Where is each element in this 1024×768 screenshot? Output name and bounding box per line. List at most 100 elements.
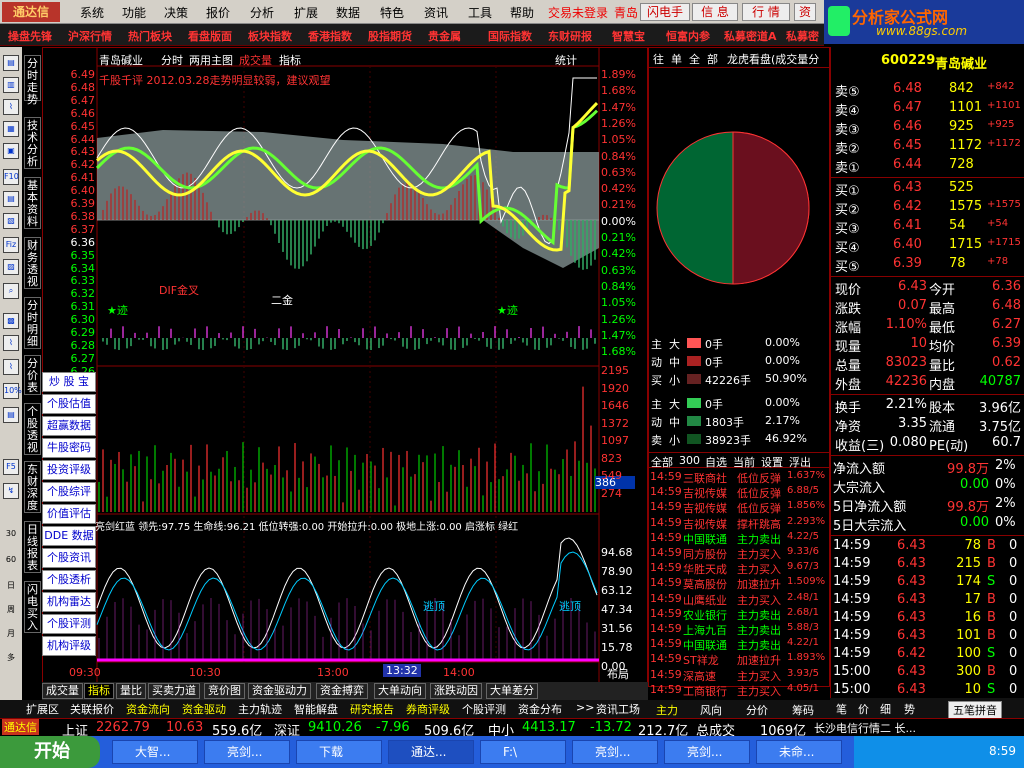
tab-depth[interactable]: 东财深度 — [24, 461, 41, 513]
toolbar-icon[interactable]: ▤ — [3, 191, 19, 207]
trade-status[interactable]: 交易未登录 — [548, 4, 608, 21]
mode-label[interactable]: 分时 — [161, 52, 183, 68]
menu-extend[interactable]: 扩展 — [294, 4, 318, 21]
alert-row[interactable]: 14:59 莫高股份 加速拉升 1.509% — [649, 576, 829, 591]
flow-tab[interactable]: 往 — [653, 51, 664, 67]
alert-row[interactable]: 14:59 中国联通 主力卖出 4.22/5 — [649, 531, 829, 546]
tab-daily-report[interactable]: 日线报表 — [24, 521, 41, 573]
tab-basic-info[interactable]: 基本资料 — [24, 177, 41, 229]
alert-row[interactable]: 14:59 三联商社 低位反弹 1.637% — [649, 470, 829, 485]
chart-icon[interactable]: ⌇ — [3, 99, 19, 115]
alert-row[interactable]: 14:59 ST祥龙 加速拉升 1.893% — [649, 652, 829, 667]
alert-row[interactable]: 14:59 上海九百 主力卖出 5.88/3 — [649, 622, 829, 637]
volume-label[interactable]: 成交量 — [239, 52, 272, 68]
menu-quote[interactable]: 报价 — [206, 4, 230, 21]
toolbar-icon[interactable]: ▦ — [3, 121, 19, 137]
tab-buy-sell[interactable]: 买卖力道 — [148, 683, 200, 699]
flow-tab[interactable]: 全 — [689, 51, 700, 67]
alert-row[interactable]: 14:59 吉视传媒 撑杆跳高 2.293% — [649, 516, 829, 531]
flash-button[interactable]: 闪电手 — [640, 3, 690, 21]
f10-icon[interactable]: F10 — [3, 169, 19, 185]
tab-ext[interactable]: 券商评级 — [406, 701, 450, 717]
bids-row[interactable]: 买③ 6.41 54 +54 — [831, 218, 1024, 237]
taskbar-item[interactable]: 亮剑... — [572, 740, 658, 764]
side-button[interactable]: 个股透析 — [42, 570, 96, 590]
toolbar-icon[interactable]: ▣ — [3, 143, 19, 159]
side-button[interactable]: 价值评估 — [42, 504, 96, 524]
tab-ext[interactable]: 研究报告 — [350, 701, 394, 717]
side-button[interactable]: 牛股密码 — [42, 438, 96, 458]
menu-tools[interactable]: 工具 — [468, 4, 492, 21]
menu-analysis[interactable]: 分析 — [250, 4, 274, 21]
tab-finance[interactable]: 财务透视 — [24, 237, 41, 289]
ime-indicator[interactable]: 五笔拼音 — [948, 701, 1002, 719]
bids-row[interactable]: 买⑤ 6.39 78 +78 — [831, 256, 1024, 275]
tab-fund-drive[interactable]: 资金驱动力 — [248, 683, 311, 699]
tab-price-dist[interactable]: 分价 — [746, 702, 768, 718]
flow-tab[interactable]: 部 — [707, 51, 718, 67]
asks-row[interactable]: 卖① 6.44 728 — [831, 157, 1024, 176]
side-button[interactable]: 个股估值 — [42, 394, 96, 414]
nav-item[interactable]: 板块指数 — [248, 28, 292, 44]
tab-volume[interactable]: 成交量 — [42, 683, 83, 699]
stats-button[interactable]: 统计 — [555, 52, 577, 68]
nav-item[interactable]: 国际指数 — [488, 28, 532, 44]
menu-news[interactable]: 资讯 — [424, 4, 448, 21]
tab-time-detail[interactable]: 分时明细 — [24, 297, 41, 349]
alert-row[interactable]: 14:59 山鹰纸业 主力买入 2.48/1 — [649, 592, 829, 607]
alert-tab[interactable]: 浮出 — [789, 454, 811, 470]
menu-function[interactable]: 功能 — [122, 4, 146, 21]
start-button[interactable]: 开始 — [0, 736, 100, 768]
alert-row[interactable]: 14:59 同方股份 主力买入 9.33/6 — [649, 546, 829, 561]
side-button[interactable]: 超赢数据 — [42, 416, 96, 436]
dual-chart-label[interactable]: 两用主图 — [189, 52, 233, 68]
menu-data[interactable]: 数据 — [336, 4, 360, 21]
asks-row[interactable]: 卖⑤ 6.48 842 +842 — [831, 81, 1024, 100]
period-day[interactable]: 日 — [3, 579, 19, 595]
side-button[interactable]: 个股综评 — [42, 482, 96, 502]
nav-item[interactable]: 恒富内参 — [666, 28, 710, 44]
quote-button[interactable]: 行 情 — [742, 3, 790, 21]
nav-item[interactable]: 私募密 — [786, 28, 819, 44]
menu-help[interactable]: 帮助 — [510, 4, 534, 21]
more-button[interactable]: 资 — [794, 3, 816, 21]
f5-icon[interactable]: F5 — [3, 459, 19, 475]
period-month[interactable]: 月 — [3, 627, 19, 643]
nav-item[interactable]: 看盘版面 — [188, 28, 232, 44]
toolbar-icon[interactable]: ▤ — [3, 55, 19, 71]
indicator-label[interactable]: 指标 — [279, 52, 301, 68]
alert-row[interactable]: 14:59 吉视传媒 低位反弹 1.856% — [649, 500, 829, 515]
tab-ext[interactable]: 资讯工场 — [596, 701, 640, 717]
nav-item[interactable]: 贵金属 — [428, 28, 461, 44]
taskbar-item[interactable]: 通达... — [388, 740, 474, 764]
bids-row[interactable]: 买② 6.42 1575 +1575 — [831, 199, 1024, 218]
taskbar-item[interactable]: 大智... — [112, 740, 198, 764]
asks-row[interactable]: 卖② 6.45 1172 +1172 — [831, 138, 1024, 157]
bids-row[interactable]: 买④ 6.40 1715 +1715 — [831, 237, 1024, 256]
side-button[interactable]: 炒 股 宝 — [42, 372, 96, 392]
tab-big-diff[interactable]: 大单差分 — [486, 683, 538, 699]
period-30[interactable]: 30 — [3, 527, 19, 543]
tab-detail[interactable]: 细 — [880, 701, 891, 717]
toolbar-icon[interactable]: ▥ — [3, 77, 19, 93]
tab-ext[interactable]: 关联报价 — [70, 701, 114, 717]
menu-special[interactable]: 特色 — [380, 4, 404, 21]
tab-fund-game[interactable]: 资金搏弈 — [316, 683, 368, 699]
alert-tab[interactable]: 设置 — [761, 454, 783, 470]
alert-row[interactable]: 14:59 深高速 主力买入 3.93/5 — [649, 668, 829, 683]
nav-item[interactable]: 热门板块 — [128, 28, 172, 44]
tab-trend[interactable]: 势 — [904, 701, 915, 717]
chart-icon[interactable]: ⌇ — [3, 335, 19, 351]
tab-ext[interactable]: 资金驱动 — [182, 701, 226, 717]
tab-ext[interactable]: 扩展区 — [26, 701, 59, 717]
period-60[interactable]: 60 — [3, 553, 19, 569]
period-week[interactable]: 周 — [3, 603, 19, 619]
taskbar-item[interactable]: 下载 — [296, 740, 382, 764]
tab-price-table[interactable]: 分价表 — [24, 355, 41, 395]
chart-icon[interactable]: ⌇ — [3, 359, 19, 375]
alert-tab[interactable]: 全部 — [651, 454, 673, 470]
alert-row[interactable]: 14:59 华胜天成 主力买入 9.67/3 — [649, 561, 829, 576]
nav-item[interactable]: 香港指数 — [308, 28, 352, 44]
side-button[interactable]: 个股资讯 — [42, 548, 96, 568]
tab-stock-view[interactable]: 个股透视 — [24, 403, 41, 455]
